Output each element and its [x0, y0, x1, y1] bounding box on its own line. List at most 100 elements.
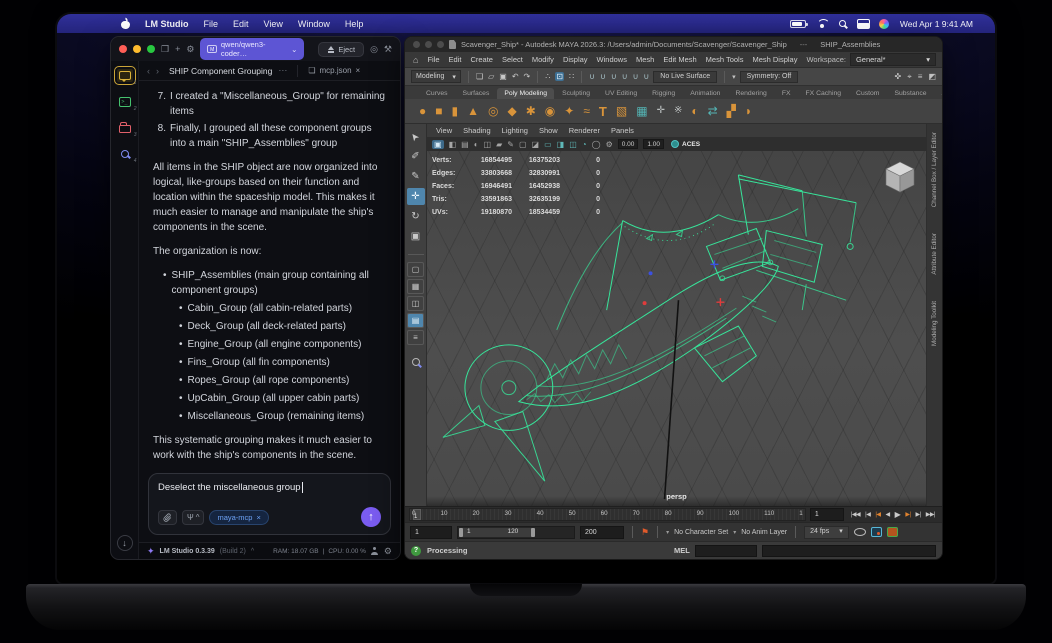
anim-start-field[interactable]: 1 [410, 525, 452, 539]
viewport-toggle-icon[interactable]: ▭ [544, 140, 552, 149]
downloads-button[interactable]: ↓ [116, 535, 133, 551]
shelf-tool-icon[interactable]: ◗ [745, 105, 752, 117]
current-frame-field[interactable]: 1 [809, 508, 844, 521]
shelf-tab[interactable]: Surfaces [456, 88, 497, 99]
panel-menu-item[interactable]: View [436, 126, 452, 135]
selection-mask-icon[interactable]: ⊡ [555, 72, 565, 81]
battery-icon[interactable] [789, 19, 808, 28]
sidebar-item-developer[interactable]: >_ 2 [117, 95, 137, 112]
layout-shortcut-icon[interactable]: ▤ [407, 313, 424, 328]
dropdown-arrow-icon[interactable]: ▾ [666, 529, 669, 536]
symmetry-field[interactable]: Symmetry: Off [739, 70, 799, 83]
spotlight-search-icon[interactable] [838, 20, 846, 27]
shelf-tool-icon[interactable]: ▧ [616, 105, 627, 117]
menubar-item[interactable]: Window [298, 19, 330, 29]
wifi-icon[interactable] [817, 19, 828, 28]
shelf-tab[interactable]: Custom [849, 88, 886, 99]
maya-menu-item[interactable]: Mesh [636, 55, 654, 64]
range-slider[interactable]: 1 120 [457, 525, 575, 539]
sidebar-item-chat[interactable]: 1 [113, 66, 137, 86]
menubar-clock[interactable]: Wed Apr 1 9:41 AM [900, 19, 973, 29]
snap-magnet-icon[interactable]: ∪ [643, 72, 649, 81]
workspace-dropdown[interactable]: General* ▾ [849, 53, 936, 66]
shelf-tool-icon[interactable]: ✱ [526, 105, 536, 117]
send-message-button[interactable]: ↑ [361, 507, 381, 527]
panel-menu-item[interactable]: Panels [611, 126, 634, 135]
viewport-toggle-icon[interactable]: ◧ [449, 140, 457, 149]
file-tool-icon[interactable]: ↷ [524, 72, 531, 81]
viewport-toggle-icon[interactable]: ◫ [569, 140, 577, 149]
snap-magnet-icon[interactable]: ∪ [611, 72, 617, 81]
shelf-tool-icon[interactable]: ▮ [452, 105, 459, 117]
discover-compass-icon[interactable]: ◎ [370, 44, 378, 54]
maya-menu-item[interactable]: Edit Mesh [663, 55, 696, 64]
shelf-tab[interactable]: Rigging [645, 88, 682, 99]
shelf-tool-icon[interactable]: ※ [674, 106, 682, 116]
selection-mask-icon[interactable]: ∴ [545, 72, 550, 81]
editor-toggle-icon[interactable]: ✜ [895, 72, 902, 81]
dropdown-arrow-icon[interactable]: ▾ [732, 73, 736, 81]
plugins-button[interactable]: Ψ ^ [182, 509, 205, 525]
timeline-track[interactable]: 1 0 10 20 30 40 50 60 70 80 90 100 110 1 [409, 508, 806, 521]
panel-menu-item[interactable]: Shading [463, 126, 491, 135]
playback-button[interactable]: ▶▶| [926, 511, 936, 518]
zoom-window-button[interactable] [437, 41, 444, 48]
viewport-toggle-icon[interactable]: ◪ [532, 140, 540, 149]
shelf-tool-icon[interactable]: ▞ [727, 105, 736, 117]
shelf-tool-icon[interactable]: T [599, 105, 607, 118]
shelf-tool-icon[interactable]: ● [419, 105, 426, 117]
tab-options-icon[interactable]: ⋯ [278, 65, 287, 76]
maya-menu-item[interactable]: Select [502, 55, 523, 64]
siri-icon[interactable] [878, 18, 889, 29]
minimize-window-button[interactable] [425, 41, 432, 48]
dropdown-arrow-icon[interactable]: ▾ [733, 529, 736, 536]
selection-mask-icon[interactable]: ∷ [569, 72, 574, 81]
tab-mcp-json[interactable]: ❏ mcp.json × [308, 66, 360, 75]
control-center-icon[interactable] [856, 18, 870, 29]
nav-back-icon[interactable]: ‹ [147, 66, 150, 76]
lasso-tool-icon[interactable]: ✐ [407, 148, 425, 165]
viewport-canvas[interactable]: Verts: 16854495 16375203 0 Edges: 33803668 328… [427, 151, 926, 506]
menubar-item[interactable]: Help [345, 19, 364, 29]
playback-button[interactable]: ◀ [886, 511, 891, 518]
maya-menu-item[interactable]: File [427, 55, 439, 64]
viewport-toggle-icon[interactable]: ◫ [484, 140, 492, 149]
playback-button[interactable]: ▶ [895, 510, 901, 519]
mel-result-field[interactable] [761, 544, 936, 557]
file-tool-icon[interactable]: ↶ [512, 72, 519, 81]
settings-gear-icon[interactable]: ⚙ [384, 546, 392, 557]
maya-menu-item[interactable]: Edit [449, 55, 462, 64]
file-tool-icon[interactable]: ▣ [499, 72, 507, 81]
anim-layer-selector[interactable]: No Anim Layer [741, 529, 787, 536]
editor-toggle-icon[interactable]: ⌖ [907, 72, 912, 82]
menubar-app-name[interactable]: LM Studio [145, 19, 189, 29]
select-tool-icon[interactable]: ➤ [407, 128, 425, 145]
shelf-tool-icon[interactable]: ◆ [507, 105, 516, 117]
range-handle-left[interactable] [459, 527, 463, 537]
nav-forward-icon[interactable]: › [156, 66, 159, 76]
menubar-item[interactable]: View [264, 19, 283, 29]
viewport-toggle-icon[interactable]: ◔ [582, 140, 587, 149]
editor-toggle-icon[interactable]: ≡ [918, 72, 923, 81]
home-icon[interactable]: ⌂ [413, 55, 418, 65]
viewport-toggle-icon[interactable]: ◯ [592, 140, 601, 149]
shelf-tab[interactable]: Rendering [728, 88, 773, 99]
paint-select-tool-icon[interactable]: ✎ [407, 168, 425, 185]
close-window-button[interactable] [413, 41, 420, 48]
shelf-tool-icon[interactable]: ◐ [691, 105, 698, 117]
shelf-tab[interactable]: Substance [887, 88, 933, 99]
shelf-tool-icon[interactable]: ✛ [657, 106, 665, 116]
chat-input-text[interactable]: Deselect the miscellaneous group [158, 482, 381, 493]
viewport-toggle-icon[interactable]: ✎ [507, 140, 514, 149]
playback-button[interactable]: |◀ [875, 511, 881, 518]
window-panes-icon[interactable]: ❒ [161, 44, 169, 54]
menu-set-dropdown[interactable]: Modeling ▾ [411, 70, 461, 83]
viewport-toggle-icon[interactable]: ◐ [474, 140, 479, 149]
character-set-selector[interactable]: No Character Set [674, 529, 728, 536]
dock-tab[interactable]: Attribute Editor [931, 233, 938, 275]
shelf-tool-icon[interactable]: ≈ [583, 105, 590, 117]
playback-button[interactable]: |◀◀ [851, 511, 861, 518]
panel-menu-item[interactable]: Lighting [502, 126, 528, 135]
camera-label[interactable]: persp [666, 492, 686, 501]
close-window-button[interactable] [119, 45, 127, 53]
